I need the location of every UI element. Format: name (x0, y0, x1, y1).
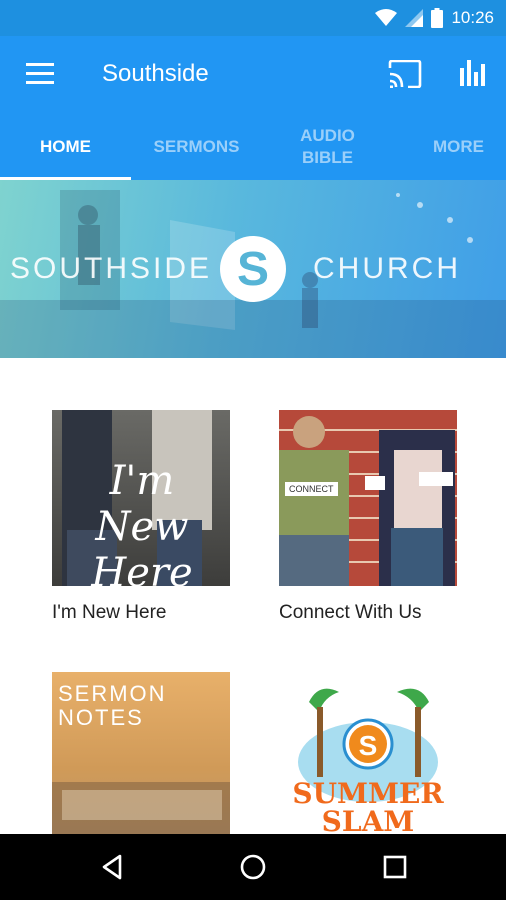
tile-image: S SUMMER SLAM (279, 672, 457, 848)
church-banner[interactable]: SOUTHSIDE S CHURCH (0, 180, 506, 358)
status-time: 10:26 (451, 8, 494, 27)
tile-image: I'm New Here (52, 410, 230, 586)
svg-text:S: S (359, 730, 378, 761)
app-bar: Southside (0, 36, 506, 114)
signal-icon (405, 9, 424, 27)
back-icon[interactable] (98, 852, 128, 882)
wifi-icon (375, 9, 398, 26)
status-icons: 10:26 (375, 7, 494, 29)
tile-label: I'm New Here (52, 602, 167, 623)
recents-icon[interactable] (380, 852, 410, 882)
tab-home[interactable]: HOME (0, 114, 131, 180)
status-bar: 10:26 (0, 0, 506, 36)
tile-art-text: CONNECT (285, 482, 338, 496)
tile-art-text: I'm New Here (91, 458, 193, 586)
tile-image: SERMON NOTES (52, 672, 230, 848)
tab-sermons[interactable]: SERMONS (131, 114, 262, 180)
banner-left-word: SOUTHSIDE (10, 252, 213, 285)
home-icon[interactable] (238, 852, 268, 882)
tile-art-text: SERMON NOTES (58, 681, 167, 730)
tab-bar: HOME SERMONS AUDIO BIBLE MORE (0, 114, 506, 180)
battery-icon (431, 8, 444, 28)
tile-image: CONNECT (279, 410, 457, 586)
banner-right-word: CHURCH (313, 252, 461, 285)
church-logo: S (220, 236, 286, 302)
app-title: Southside (102, 60, 209, 87)
cast-icon[interactable] (388, 60, 422, 88)
hamburger-icon[interactable] (26, 63, 54, 85)
tab-audio-bible[interactable]: AUDIO BIBLE (262, 114, 393, 180)
tab-more[interactable]: MORE (393, 114, 506, 180)
bar-chart-icon[interactable] (458, 58, 488, 88)
system-nav-bar (0, 834, 506, 900)
tile-label: Connect With Us (279, 602, 422, 623)
tile-art-text: SUMMER SLAM (292, 777, 444, 838)
logo-letter: S (237, 243, 269, 296)
